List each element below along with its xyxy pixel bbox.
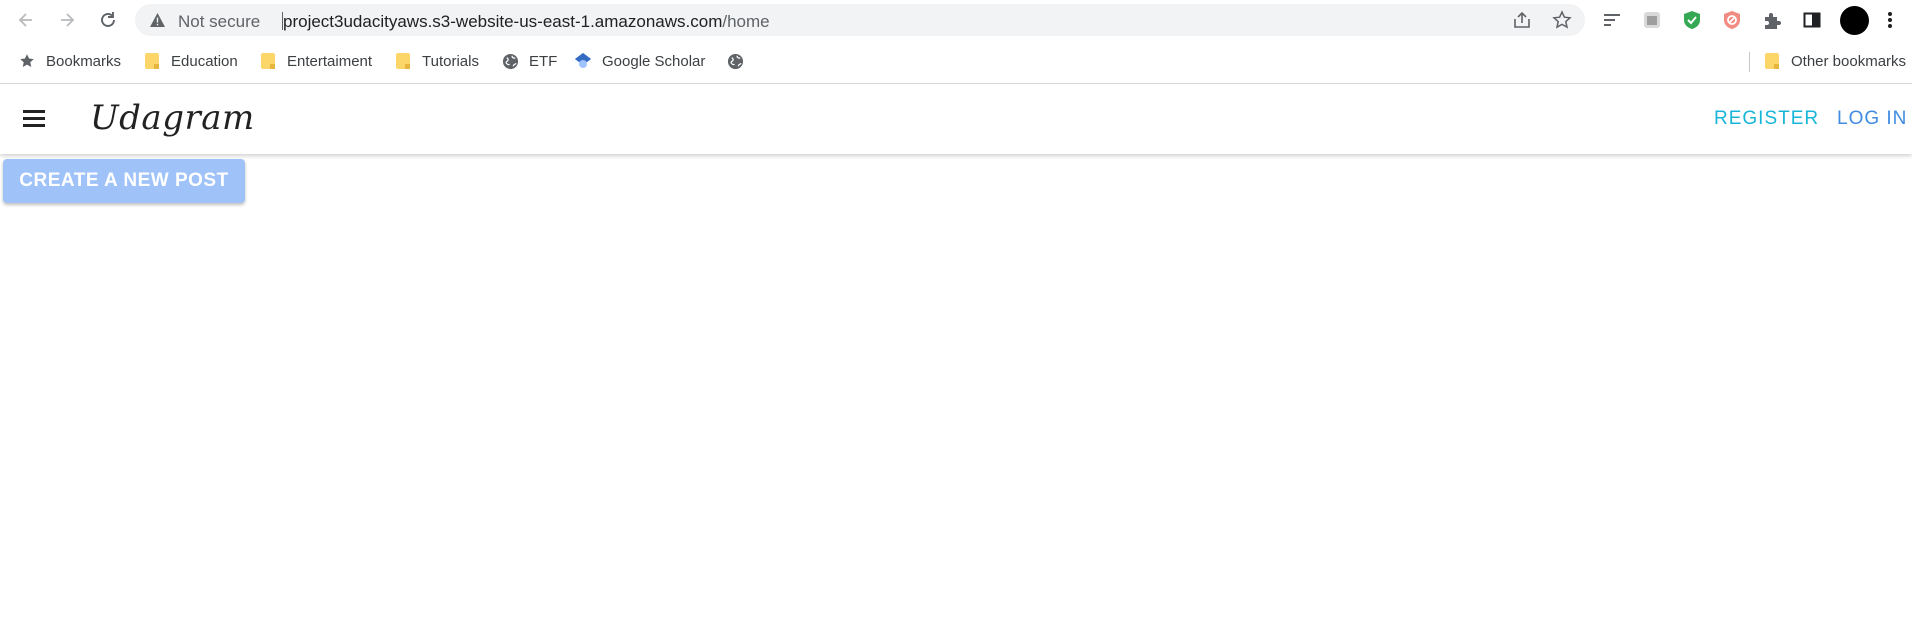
profile-avatar[interactable] — [1840, 6, 1869, 35]
shield-check-icon[interactable] — [1680, 8, 1704, 32]
star-icon[interactable] — [1552, 10, 1572, 30]
forward-icon — [61, 13, 75, 27]
app-logo[interactable]: Udagram — [90, 98, 255, 138]
folder-icon — [143, 52, 161, 70]
back-icon — [18, 13, 32, 27]
url-host: project3udacityaws.s3-website-us-east-1.… — [283, 12, 723, 31]
puzzle-icon[interactable] — [1760, 8, 1784, 32]
bookmark-entertaiment[interactable]: Entertaiment — [259, 50, 372, 72]
bookmark-label: Bookmarks — [46, 52, 122, 70]
reload-button[interactable] — [94, 6, 122, 34]
bookmark-label: Entertaiment — [287, 52, 373, 70]
back-button[interactable] — [12, 6, 40, 34]
url-text[interactable]: project3udacityaws.s3-website-us-east-1.… — [283, 12, 770, 32]
menu-icon[interactable] — [18, 104, 50, 134]
star-icon — [18, 52, 36, 70]
address-bar[interactable]: Not secure project3udacityaws.s3-website… — [135, 4, 1585, 36]
folder-icon — [1763, 52, 1781, 70]
bookmark-google-scholar[interactable]: Google Scholar — [574, 50, 705, 72]
url-path: /home — [722, 12, 770, 31]
bookmark-globe[interactable] — [726, 50, 754, 72]
bookmark-label: Tutorials — [422, 52, 479, 70]
bookmark-education[interactable]: Education — [143, 50, 238, 72]
kebab-menu-icon[interactable] — [1878, 8, 1902, 32]
app-header: Udagram REGISTER LOG IN — [0, 84, 1912, 154]
register-link[interactable]: REGISTER — [1714, 108, 1819, 130]
login-link[interactable]: LOG IN — [1837, 108, 1907, 130]
security-status[interactable]: Not secure — [178, 12, 260, 32]
bookmark-label: Google Scholar — [602, 52, 706, 70]
bookmark-other[interactable]: Other bookmarks — [1763, 50, 1906, 72]
bookmark-etf[interactable]: ETF — [501, 50, 557, 72]
folder-icon — [259, 52, 277, 70]
shield-block-icon[interactable] — [1720, 8, 1744, 32]
extension-icon[interactable] — [1640, 8, 1664, 32]
forward-button[interactable] — [53, 6, 81, 34]
scholar-icon — [574, 52, 592, 70]
share-icon[interactable] — [1512, 10, 1532, 30]
globe-icon — [726, 52, 744, 70]
reload-icon — [101, 12, 115, 27]
bookmark-label: ETF — [529, 52, 558, 70]
bookmark-label: Other bookmarks — [1791, 52, 1907, 70]
folder-icon — [394, 52, 412, 70]
browser-toolbar: Not secure project3udacityaws.s3-website… — [0, 0, 1912, 40]
bookmarks-bar: Bookmarks Education Entertaiment Tutoria… — [0, 40, 1912, 84]
warning-icon[interactable] — [149, 12, 166, 33]
bookmark-bookmarks[interactable]: Bookmarks — [18, 50, 121, 72]
create-new-post-button[interactable]: CREATE A NEW POST — [3, 159, 245, 203]
globe-icon — [501, 52, 519, 70]
tab-search-icon[interactable] — [1600, 8, 1624, 32]
bookmark-label: Education — [171, 52, 238, 70]
side-panel-icon[interactable] — [1800, 8, 1824, 32]
bookmark-tutorials[interactable]: Tutorials — [394, 50, 479, 72]
bookmarks-divider — [1749, 52, 1750, 72]
